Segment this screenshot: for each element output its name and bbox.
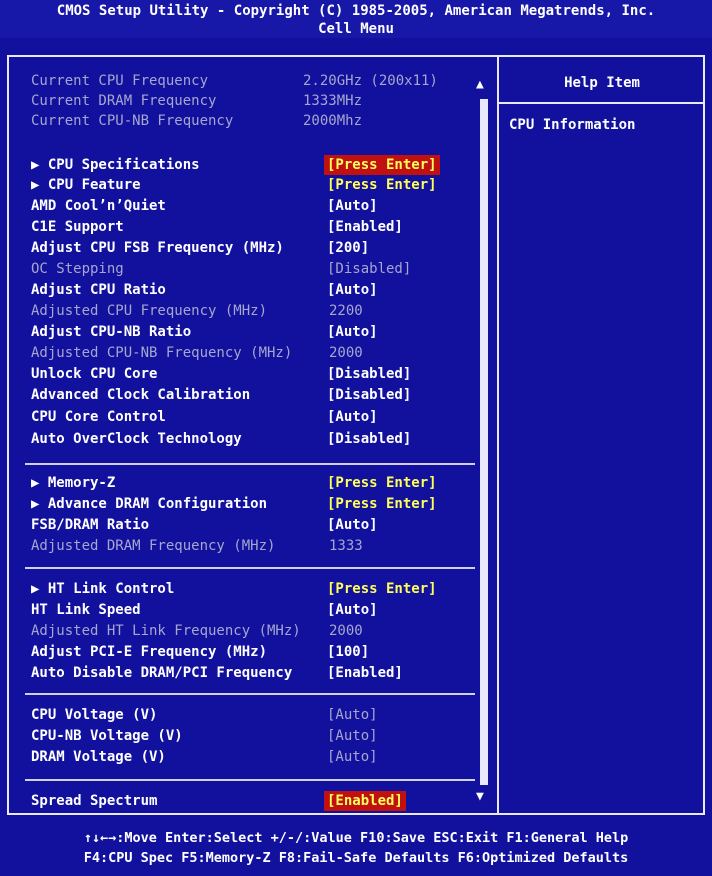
help-divider	[499, 102, 705, 104]
menu-item-value: [Auto]	[327, 602, 378, 618]
menu-item-label: Adjust CPU FSB Frequency (MHz)	[31, 240, 284, 256]
menu-item-label: ▶ Memory-Z	[31, 475, 116, 491]
menu-item-label: ▶ Advance DRAM Configuration	[31, 496, 268, 512]
info-label: Current DRAM Frequency	[31, 93, 217, 109]
section-divider	[25, 463, 475, 465]
menu-item-label: ▶ HT Link Control	[31, 581, 175, 597]
menu-item-value: [Auto]	[327, 728, 378, 744]
menu-item-value: [Disabled]	[327, 431, 412, 447]
menu-item-value: [Disabled]	[327, 261, 412, 277]
menu-item-value: [Press Enter]	[327, 581, 437, 597]
menu-item-label: Adjusted HT Link Frequency (MHz)	[31, 623, 301, 639]
menu-item-value: [200]	[327, 240, 370, 256]
menu-item-label: Auto Disable DRAM/PCI Frequency	[31, 665, 293, 681]
menu-item-label: HT Link Speed	[31, 602, 141, 618]
bios-title: CMOS Setup Utility - Copyright (C) 1985-…	[56, 3, 656, 19]
menu-item-label: ▶ CPU Feature	[31, 177, 141, 193]
menu-item-value: [Auto]	[327, 517, 378, 533]
menu-item-value: [Auto]	[327, 707, 378, 723]
menu-item-value: [Auto]	[327, 749, 378, 765]
menu-item-label: Auto OverClock Technology	[31, 431, 242, 447]
menu-item-value: 2200	[329, 303, 363, 319]
menu-item-value: [Press Enter]	[327, 496, 437, 512]
help-text: CPU Information	[509, 117, 636, 133]
menu-item-value: [Auto]	[327, 198, 378, 214]
menu-item-label: AMD Cool’n’Quiet	[31, 198, 166, 214]
menu-item-value: 2000	[329, 345, 363, 361]
scroll-down-arrow-icon[interactable]: ▼	[476, 789, 484, 804]
key-legend: ↑↓←→:Move Enter:Select +/-/:Value F10:Sa…	[0, 828, 712, 876]
menu-item-label: Adjust CPU-NB Ratio	[31, 324, 192, 340]
key-legend-line-1: ↑↓←→:Move Enter:Select +/-/:Value F10:Sa…	[83, 830, 629, 846]
menu-item-label: CPU-NB Voltage (V)	[31, 728, 183, 744]
info-label: Current CPU-NB Frequency	[31, 113, 234, 129]
menu-item-label: FSB/DRAM Ratio	[31, 517, 150, 533]
menu-item-label: Adjusted DRAM Frequency (MHz)	[31, 538, 276, 554]
menu-item-label: Spread Spectrum	[31, 793, 158, 809]
menu-item-label: Unlock CPU Core	[31, 366, 158, 382]
menu-item-label: Adjust PCI-E Frequency (MHz)	[31, 644, 268, 660]
menu-item-label: CPU Core Control	[31, 409, 166, 425]
menu-item-label: DRAM Voltage (V)	[31, 749, 166, 765]
section-divider	[25, 779, 475, 781]
menu-item-value: [Disabled]	[327, 387, 412, 403]
menu-item-value: [Enabled]	[324, 791, 406, 811]
scroll-up-arrow-icon[interactable]: ▲	[476, 77, 484, 92]
menu-item-label: Advanced Clock Calibration	[31, 387, 251, 403]
menu-item-value: [Disabled]	[327, 366, 412, 382]
menu-item-label: Adjust CPU Ratio	[31, 282, 166, 298]
main-frame: Current CPU Frequency 2.20GHz (200x11) C…	[7, 55, 705, 815]
info-value: 2000Mhz	[303, 113, 363, 129]
menu-item-label: Adjusted CPU Frequency (MHz)	[31, 303, 268, 319]
menu-item-value: [Enabled]	[327, 219, 403, 235]
help-panel-title: Help Item	[564, 75, 640, 91]
menu-item-label: CPU Voltage (V)	[31, 707, 158, 723]
menu-item-value: [Press Enter]	[324, 155, 440, 175]
menu-item-value: 2000	[329, 623, 363, 639]
scrollbar[interactable]	[480, 99, 488, 785]
menu-item-value: 1333	[329, 538, 363, 554]
menu-item-label: OC Stepping	[31, 261, 124, 277]
info-value: 1333MHz	[303, 93, 363, 109]
menu-item-value: [100]	[327, 644, 370, 660]
menu-item-label: Adjusted CPU-NB Frequency (MHz)	[31, 345, 293, 361]
key-legend-line-2: F4:CPU Spec F5:Memory-Z F8:Fail-Safe Def…	[83, 850, 629, 866]
menu-item-label: ▶ CPU Specifications	[31, 157, 200, 173]
menu-item-value: [Press Enter]	[327, 177, 437, 193]
menu-item-value: [Auto]	[327, 409, 378, 425]
menu-item-value: [Auto]	[327, 324, 378, 340]
info-value: 2.20GHz (200x11)	[303, 73, 438, 89]
bios-header: CMOS Setup Utility - Copyright (C) 1985-…	[0, 0, 712, 38]
menu-item-label: C1E Support	[31, 219, 124, 235]
panel-divider	[497, 57, 499, 813]
menu-item-value: [Press Enter]	[327, 475, 437, 491]
menu-title: Cell Menu	[318, 21, 394, 37]
section-divider	[25, 693, 475, 695]
menu-item-value: [Auto]	[327, 282, 378, 298]
section-divider	[25, 567, 475, 569]
menu-item-value: [Enabled]	[327, 665, 403, 681]
info-label: Current CPU Frequency	[31, 73, 209, 89]
